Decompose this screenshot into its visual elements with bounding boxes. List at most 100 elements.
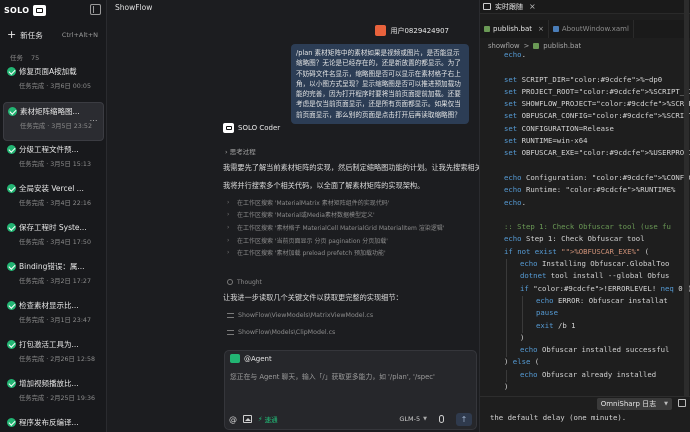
image-upload-icon[interactable]	[243, 415, 252, 423]
agent-icon	[230, 354, 240, 363]
task-item[interactable]: Binding错误：属... 任务完成 · 3月2日 17:27	[3, 258, 104, 297]
sidebar-toggle-icon[interactable]	[90, 4, 101, 15]
code-line: set OBFUSCAR_EXE="color:#9cdcfe">%USERPR…	[504, 148, 690, 158]
tab-publish-bat[interactable]: publish.bat ×	[480, 20, 549, 38]
code-line: dotnet tool install --global Obfus	[480, 271, 690, 284]
editor-panel: 实时跟随 × publish.bat × AboutWindow.xaml sh…	[480, 0, 690, 432]
chevron-right-icon: ›	[227, 249, 230, 257]
fast-mode-label: 速通	[264, 416, 278, 424]
agent-label: @Agent	[244, 354, 272, 363]
search-step[interactable]: › 在工作区搜索 '当前页面显示 分页 pagination 分页加载'	[227, 234, 467, 247]
search-step[interactable]: › 在工作区搜索 'Material或Media素材数据模型定义'	[227, 209, 467, 222]
fast-mode-toggle[interactable]: ⚡ 速通	[258, 414, 278, 424]
code-line: )	[480, 332, 690, 346]
task-title-row: 程序发布反编译...	[7, 417, 104, 428]
search-step[interactable]: › 在工作区搜索 '素材格子 MaterialCell MaterialGrid …	[227, 221, 467, 234]
search-step[interactable]: › 在工作区搜索 '素材加载 preload prefetch 预加载功能'	[227, 246, 467, 259]
task-title: 分级工程文件预...	[19, 145, 79, 154]
task-item[interactable]: 修复页面A按加载 任务完成 · 3月6日 00:05	[3, 63, 104, 102]
mention-icon[interactable]: @	[229, 415, 237, 424]
task-item[interactable]: 保存工程时 Syste... 任务完成 · 3月4日 17:50	[3, 219, 104, 258]
task-title: 打包激活工具为...	[19, 340, 79, 349]
breadcrumb-folder[interactable]: showflow	[488, 42, 520, 50]
chat-composer: @Agent @ ⚡ 速通 GLM-5 ▼ ↑	[224, 350, 477, 430]
maximize-panel-icon[interactable]	[678, 399, 686, 407]
task-item[interactable]: 检查素材显示比... 任务完成 · 3月1日 23:47	[3, 297, 104, 336]
output-channel-select[interactable]: OmniSharp 日志 ▼	[596, 397, 672, 410]
file-path: ShowFlow\Models\ClipModel.cs	[238, 329, 336, 336]
plus-icon: +	[7, 28, 17, 41]
code-line: echo ERROR: Obfuscar installat	[480, 295, 690, 309]
file-read-item[interactable]: ShowFlow\ViewModels\MatrixViewModel.cs	[227, 312, 373, 319]
task-item[interactable]: 程序发布反编译...任务完成 · 2月25日 16:53	[3, 414, 104, 432]
chevron-right-icon: ›	[225, 148, 228, 156]
breadcrumb: showflow > publish.bat	[488, 42, 581, 50]
chevron-right-icon: ›	[227, 236, 230, 244]
follow-panel-tab[interactable]: 实时跟随 ×	[480, 0, 690, 14]
solo-coder-icon	[223, 123, 234, 133]
more-icon[interactable]: ⋯	[90, 116, 99, 125]
search-step-text: 在工作区搜索 'Material或Media素材数据模型定义'	[237, 212, 375, 220]
code-line: echo Step 1: Check Obfuscar tool	[504, 234, 645, 244]
task-item[interactable]: 增加视频播放比... 任务完成 · 2月25日 19:36	[3, 375, 104, 414]
task-item[interactable]: 素材矩阵缩略图... 任务完成 · 3月5日 23:52 ⋯	[3, 102, 104, 141]
user-avatar	[375, 25, 387, 36]
task-title-row: Binding错误：属...	[7, 261, 104, 272]
new-task-shortcut: Ctrl+Alt+N	[61, 31, 98, 39]
new-task-button[interactable]: + 新任务 Ctrl+Alt+N	[4, 27, 102, 43]
user-name: 用户0829424907	[390, 26, 449, 35]
check-circle-icon	[7, 379, 16, 388]
chevron-right-icon: ›	[227, 211, 230, 219]
chevron-down-icon: ▼	[664, 400, 668, 407]
thought-toggle[interactable]: Thought	[227, 276, 262, 289]
tab-about-window[interactable]: AboutWindow.xaml	[549, 20, 634, 38]
task-item[interactable]: 打包激活工具为... 任务完成 · 2月26日 12:58	[3, 336, 104, 375]
close-icon[interactable]: ×	[529, 2, 536, 11]
microphone-icon[interactable]	[439, 415, 444, 423]
output-text: the default delay (one minute).	[490, 413, 627, 422]
chat-input[interactable]	[230, 373, 470, 381]
check-circle-icon	[8, 107, 17, 116]
think-label: 思考过程	[229, 148, 256, 156]
task-title: 程序发布反编译...	[19, 418, 79, 427]
model-label: GLM-5	[399, 415, 421, 423]
bat-file-icon	[484, 26, 490, 32]
code-line: set SCRIPT_DIR="color:#9cdcfe">%~dp0	[504, 74, 663, 84]
task-title-row: 全局安装 Vercel ...	[7, 183, 104, 194]
thought-label: Thought	[237, 278, 262, 286]
send-button[interactable]: ↑	[456, 412, 472, 426]
code-line: echo.	[504, 50, 526, 59]
editor-scrollbar[interactable]	[684, 0, 689, 396]
chevron-down-icon: ▼	[423, 416, 427, 422]
search-step[interactable]: › 在工作区搜索 'MaterialMatrix 素材矩阵组件的实现代码'	[227, 196, 467, 209]
search-step-text: 在工作区搜索 '素材加载 preload prefetch 预加载功能'	[237, 250, 386, 258]
terminal-icon	[483, 3, 491, 10]
code-line: echo Runtime: "color:#9cdcfe">%RUNTIME%	[504, 185, 676, 195]
thought-icon	[227, 279, 233, 286]
tab-label: AboutWindow.xaml	[561, 25, 629, 33]
breadcrumb-separator: >	[523, 42, 530, 50]
task-item[interactable]: 分级工程文件预... 任务完成 · 3月5日 15:13	[3, 141, 104, 180]
file-read-item[interactable]: ShowFlow\Models\ClipModel.cs	[227, 329, 335, 336]
user-message: /plan 素材矩阵中的素材如果是视频或图片，是否能显示缩略图？无论是已经存在的…	[291, 44, 469, 125]
chevron-right-icon: ›	[227, 223, 230, 231]
task-title: 素材矩阵缩略图...	[20, 107, 80, 116]
check-circle-icon	[7, 340, 16, 349]
task-title: 修复页面A按加载	[19, 67, 77, 76]
chevron-right-icon: ›	[227, 198, 230, 206]
check-circle-icon	[7, 301, 16, 310]
breadcrumb-file[interactable]: publish.bat	[543, 42, 581, 50]
code-editor[interactable]: echo. set SCRIPT_DIR="color:#9cdcfe">%~dp…	[480, 50, 690, 394]
task-list: 修复页面A按加载 任务完成 · 3月6日 00:05 素材矩阵缩略图... 任务完成 …	[3, 63, 104, 432]
agent-selector[interactable]: @Agent	[230, 354, 272, 363]
task-title-row: 打包激活工具为...	[7, 339, 104, 350]
close-icon[interactable]: ×	[538, 25, 544, 33]
task-item[interactable]: 全局安装 Vercel ... 任务完成 · 3月4日 22:16	[3, 180, 104, 219]
model-selector[interactable]: GLM-5 ▼	[399, 415, 427, 423]
search-step-text: 在工作区搜索 '当前页面显示 分页 pagination 分页加载'	[237, 237, 388, 245]
think-process-toggle[interactable]: › 思考过程	[225, 146, 256, 156]
task-meta: 任务完成 · 3月4日 22:16	[19, 200, 91, 207]
check-circle-icon	[7, 145, 16, 154]
